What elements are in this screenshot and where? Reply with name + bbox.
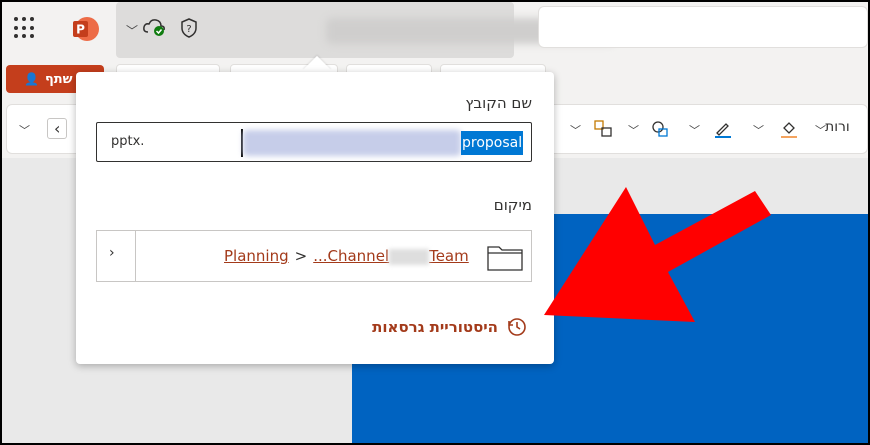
location-field[interactable]: › Planning > ...Channel Team bbox=[96, 230, 532, 282]
shield-icon[interactable]: ? bbox=[178, 17, 200, 39]
shape-fill-icon[interactable] bbox=[779, 119, 799, 139]
shapes-icon[interactable] bbox=[650, 119, 670, 139]
version-history-label: היסטוריית גרסאות bbox=[372, 318, 498, 336]
folder-icon bbox=[487, 246, 523, 271]
chevron-down-icon[interactable]: ﹀ bbox=[126, 22, 138, 39]
divider bbox=[135, 231, 136, 281]
document-title-area[interactable] bbox=[116, 2, 616, 58]
ribbon-group-label[interactable]: ורות bbox=[825, 119, 850, 135]
filename-selected-text: proposal bbox=[461, 131, 524, 155]
svg-text:?: ? bbox=[186, 24, 191, 35]
search-box[interactable] bbox=[538, 6, 868, 48]
chevron-down-icon[interactable]: ﹀ bbox=[753, 122, 764, 138]
powerpoint-logo-icon[interactable]: P bbox=[71, 15, 99, 43]
breadcrumb-separator: > bbox=[294, 247, 308, 265]
version-history-link[interactable]: היסטוריית גרסאות bbox=[372, 316, 528, 338]
share-label: שתף bbox=[44, 71, 73, 87]
app-launcher-icon[interactable] bbox=[14, 17, 36, 39]
filename-input[interactable]: pptx. proposal bbox=[96, 122, 532, 162]
ribbon-collapse-chevron[interactable]: ﹀ bbox=[19, 122, 30, 138]
blurred-filename bbox=[243, 130, 461, 156]
filename-extension: pptx. bbox=[111, 134, 145, 149]
breadcrumb: Planning > ...Channel Team bbox=[224, 247, 469, 265]
app-logo-letter: P bbox=[76, 23, 85, 37]
blurred-channel-name bbox=[389, 248, 430, 265]
person-icon: 👤 bbox=[24, 72, 39, 86]
chevron-down-icon[interactable]: ﹀ bbox=[628, 122, 639, 138]
chevron-down-icon[interactable]: ﹀ bbox=[689, 122, 700, 138]
chevron-right-icon[interactable]: › bbox=[109, 245, 115, 261]
file-rename-popup: שם הקובץ pptx. proposal מיקום › Planning… bbox=[76, 72, 554, 364]
chevron-down-icon[interactable]: ﹀ bbox=[570, 122, 581, 138]
cloud-saved-icon[interactable] bbox=[142, 16, 168, 38]
ribbon-scroll-left-button[interactable]: ‹ bbox=[47, 118, 68, 139]
shape-outline-icon[interactable] bbox=[713, 119, 733, 139]
breadcrumb-channel[interactable]: ...Channel bbox=[313, 247, 389, 265]
arrange-icon[interactable] bbox=[593, 119, 613, 139]
filename-label: שם הקובץ bbox=[465, 94, 532, 112]
location-label: מיקום bbox=[493, 196, 532, 214]
history-icon bbox=[508, 318, 526, 336]
breadcrumb-team[interactable]: Team bbox=[429, 247, 469, 265]
breadcrumb-planning[interactable]: Planning bbox=[224, 247, 289, 265]
